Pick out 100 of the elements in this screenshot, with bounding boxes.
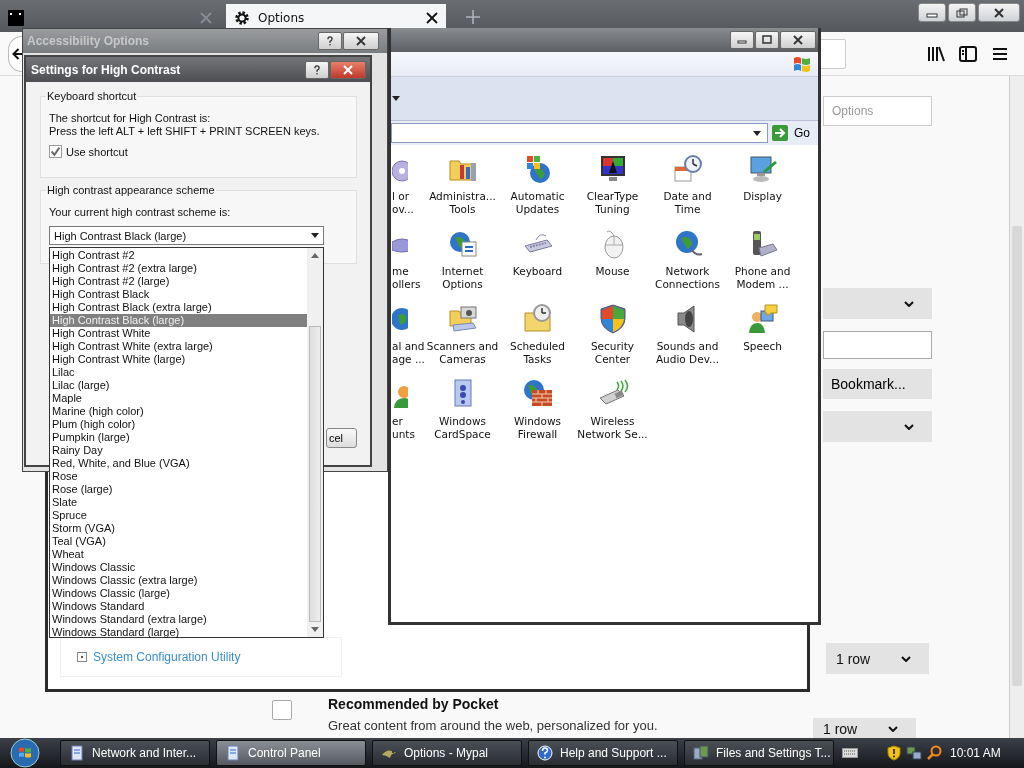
network-icon[interactable] <box>906 745 922 761</box>
control-panel-item[interactable]: Sounds and Audio Dev... <box>655 340 720 366</box>
bookmark-button[interactable]: Bookmark... <box>823 369 932 399</box>
caret-icon[interactable] <box>392 96 400 101</box>
new-tab-icon[interactable] <box>466 10 480 24</box>
dropdown-option[interactable]: Wheat <box>50 548 307 561</box>
dropdown-option[interactable]: High Contrast #2 (extra large) <box>50 262 307 275</box>
control-panel-item[interactable]: ClearType Tuning <box>586 190 639 216</box>
control-panel-item[interactable]: l or ov... <box>392 190 414 216</box>
dropdown-option[interactable]: Windows Standard (large) <box>50 626 307 639</box>
close-button[interactable] <box>978 3 1020 22</box>
close-button[interactable] <box>343 32 379 50</box>
dropdown-option[interactable]: Slate <box>50 496 307 509</box>
control-panel-item[interactable]: Phone and Modem ... <box>734 265 791 291</box>
control-panel-item[interactable]: Administra... Tools <box>429 190 496 216</box>
maximize-button[interactable] <box>755 31 779 49</box>
taskbar-button[interactable]: Network and Inter... <box>60 740 210 766</box>
control-panel-item[interactable]: Automatic Updates <box>510 190 565 216</box>
scroll-down-icon[interactable] <box>311 627 319 632</box>
shield-icon[interactable] <box>886 745 902 761</box>
checkbox[interactable] <box>272 700 292 720</box>
dropdown-option[interactable]: Rose <box>50 470 307 483</box>
close-icon[interactable] <box>426 12 438 24</box>
input-field[interactable] <box>823 331 932 359</box>
control-panel-item[interactable]: Display <box>743 190 782 203</box>
control-panel-item[interactable]: Windows CardSpace <box>434 415 491 441</box>
taskbar-button[interactable]: Help and Support ... <box>528 740 678 766</box>
dropdown-option[interactable]: Windows Classic (large) <box>50 587 307 600</box>
help-button[interactable] <box>318 32 342 50</box>
search-icon[interactable] <box>926 745 942 761</box>
dropdown-option[interactable]: High Contrast White (extra large) <box>50 340 307 353</box>
taskbar-button[interactable]: Control Panel <box>216 740 366 766</box>
control-panel-item[interactable]: Date and Time <box>663 190 712 216</box>
rows-dropdown[interactable]: 1 row <box>826 643 929 674</box>
control-panel-item[interactable]: Speech <box>743 340 782 353</box>
control-panel-item[interactable]: Security Center <box>590 340 635 366</box>
menu-icon[interactable] <box>991 45 1009 62</box>
dropdown-option[interactable]: Rainy Day <box>50 444 307 457</box>
go-button[interactable]: Go <box>768 125 818 141</box>
sidebar-icon[interactable] <box>959 45 977 62</box>
scroll-up-icon[interactable] <box>311 253 319 258</box>
dropdown-option[interactable]: Lilac (large) <box>50 379 307 392</box>
minimize-button[interactable] <box>730 31 754 49</box>
minimize-button[interactable] <box>918 3 946 22</box>
people-icon[interactable] <box>746 303 779 335</box>
dropdown-option[interactable]: Windows Classic (extra large) <box>50 574 307 587</box>
dropdown-option[interactable]: High Contrast #2 <box>50 249 307 262</box>
dropdown-option[interactable]: Windows Standard (extra large) <box>50 613 307 626</box>
dropdown-option[interactable]: Rose (large) <box>50 483 307 496</box>
library-icon[interactable] <box>927 45 945 62</box>
back-button[interactable] <box>8 35 22 72</box>
restore-button[interactable] <box>948 3 976 22</box>
scheme-dropdown[interactable]: High Contrast Black (large) <box>49 226 324 245</box>
close-button[interactable] <box>780 31 816 49</box>
checkbox-label[interactable]: Use shortcut <box>66 145 128 158</box>
control-panel-item[interactable]: Mouse <box>595 265 630 278</box>
dropdown-option[interactable]: Plum (high color) <box>50 418 307 431</box>
address-field[interactable] <box>391 123 768 143</box>
control-panel-item[interactable]: Internet Options <box>441 265 484 291</box>
dropdown-option[interactable]: High Contrast Black (extra large) <box>50 301 307 314</box>
cancel-button[interactable]: cel <box>326 428 357 448</box>
scrollbar-thumb[interactable] <box>309 326 321 622</box>
control-panel-item[interactable]: Scheduled Tasks <box>510 340 565 366</box>
folder-clock-icon[interactable] <box>521 303 554 335</box>
dropdown-option[interactable]: Pumpkin (large) <box>50 431 307 444</box>
close-button[interactable] <box>330 60 366 79</box>
control-panel-item[interactable]: al and age ... <box>392 340 425 366</box>
scrollbar[interactable] <box>307 248 323 637</box>
control-panel-item[interactable]: Scanners and Cameras <box>426 340 499 366</box>
dropdown-option[interactable]: Red, White, and Blue (VGA) <box>50 457 307 470</box>
control-panel-item[interactable]: me ollers <box>392 265 421 291</box>
control-panel-item[interactable]: Network Connections <box>655 265 720 291</box>
taskbar-button[interactable]: Files and Settings T... <box>684 740 834 766</box>
dropdown-option[interactable]: Spruce <box>50 509 307 522</box>
control-panel-item[interactable]: Windows Firewall <box>514 415 561 441</box>
dropdown-option[interactable]: High Contrast Black <box>50 288 307 301</box>
dropdown-option[interactable]: High Contrast White (large) <box>50 353 307 366</box>
rows-dropdown[interactable]: 1 row <box>813 718 916 738</box>
dropdown-option[interactable]: Teal (VGA) <box>50 535 307 548</box>
dropdown-option[interactable]: Windows Classic <box>50 561 307 574</box>
scrollbar[interactable] <box>1009 76 1024 738</box>
dropdown-option[interactable]: High Contrast Black (large) <box>50 314 307 327</box>
dropdown-option[interactable]: Lilac <box>50 366 307 379</box>
dropdown-option[interactable]: Storm (VGA) <box>50 522 307 535</box>
dropdown-option[interactable]: Windows Standard <box>50 600 307 613</box>
help-button[interactable] <box>305 60 329 79</box>
taskbar-button[interactable]: Options - Mypal <box>372 740 522 766</box>
start-button[interactable] <box>10 738 40 768</box>
control-panel-item[interactable]: Keyboard <box>512 265 563 278</box>
clock[interactable]: 10:01 AM <box>950 746 1001 760</box>
dropdown-option[interactable]: High Contrast White <box>50 327 307 340</box>
dropdown-option[interactable]: Maple <box>50 392 307 405</box>
dropdown-option[interactable]: Marine (high color) <box>50 405 307 418</box>
clock-calendar-icon[interactable] <box>671 153 704 185</box>
scanner-camera-icon[interactable] <box>446 303 479 335</box>
checkbox[interactable] <box>49 145 62 158</box>
link[interactable]: System Configuration Utility <box>93 650 241 664</box>
dropdown-option[interactable]: High Contrast #2 (large) <box>50 275 307 288</box>
expand-icon[interactable] <box>77 652 87 662</box>
control-panel-item[interactable]: Wireless Network Se... <box>577 415 648 441</box>
